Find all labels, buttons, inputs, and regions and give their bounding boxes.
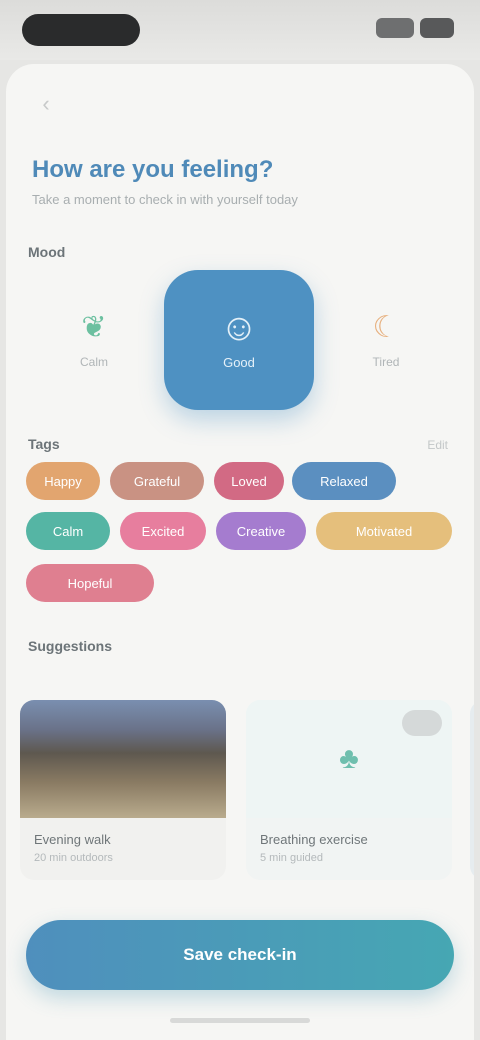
mood-option-good[interactable]: ☺ Good <box>164 270 314 410</box>
mood-section-label: Mood <box>28 244 66 260</box>
tag-grateful[interactable]: Grateful <box>110 462 204 500</box>
tag-excited[interactable]: Excited <box>120 512 206 550</box>
card-subtitle: 20 min outdoors <box>34 852 113 864</box>
suggestions-section-label: Suggestions <box>28 638 113 654</box>
battery-icon <box>420 18 454 38</box>
card-photo <box>20 700 226 818</box>
tag-loved[interactable]: Loved <box>214 462 284 500</box>
card-illustration: ♣ <box>246 700 452 818</box>
page-title: How are you feeling? <box>32 156 274 183</box>
tags-section-label: Tags <box>28 436 60 452</box>
leaf-icon: ❦ <box>81 311 107 344</box>
chevron-left-icon[interactable]: ‹ <box>32 90 60 118</box>
next-card-peek[interactable] <box>470 700 474 880</box>
tag-motivated[interactable]: Motivated <box>316 512 452 550</box>
mood-option-label: Tired <box>372 355 400 369</box>
tag-relaxed[interactable]: Relaxed <box>292 462 396 500</box>
save-checkin-button[interactable]: Save check-in <box>26 920 454 990</box>
tag-happy[interactable]: Happy <box>26 462 100 500</box>
mood-option-tired[interactable]: ☾ Tired <box>326 280 446 400</box>
smile-icon: ☺ <box>219 306 259 349</box>
status-time-pill <box>22 14 140 46</box>
suggestion-cards: Evening walk 20 min outdoors ♣ Breathing… <box>20 700 474 890</box>
card-badge <box>402 710 442 736</box>
tag-creative[interactable]: Creative <box>216 512 306 550</box>
signal-icon <box>376 18 414 38</box>
card-title: Breathing exercise <box>260 832 368 847</box>
moon-icon: ☾ <box>372 311 400 344</box>
mood-option-label: Calm <box>79 355 108 369</box>
suggestion-card-breathing[interactable]: ♣ Breathing exercise 5 min guided <box>246 700 452 880</box>
tag-hopeful[interactable]: Hopeful <box>26 564 154 602</box>
sprout-icon: ♣ <box>339 742 359 775</box>
suggestion-card-walk[interactable]: Evening walk 20 min outdoors <box>20 700 226 880</box>
feeling-tags: Happy Grateful Loved Relaxed Calm Excite… <box>24 462 464 612</box>
mood-option-label: Good <box>223 354 255 370</box>
edit-tags-link[interactable]: Edit <box>427 438 448 452</box>
page-subtitle: Take a moment to check in with yourself … <box>32 192 298 207</box>
home-indicator <box>170 1018 310 1023</box>
checkin-sheet: ‹ How are you feeling? Take a moment to … <box>6 64 474 1040</box>
card-title: Evening walk <box>34 832 111 847</box>
status-bar <box>0 0 480 60</box>
tag-calm[interactable]: Calm <box>26 512 110 550</box>
mood-option-calm[interactable]: ❦ Calm <box>34 280 154 400</box>
status-icons <box>376 18 454 38</box>
mood-selector: ❦ Calm ☺ Good ☾ Tired <box>6 270 474 410</box>
card-subtitle: 5 min guided <box>260 852 323 864</box>
